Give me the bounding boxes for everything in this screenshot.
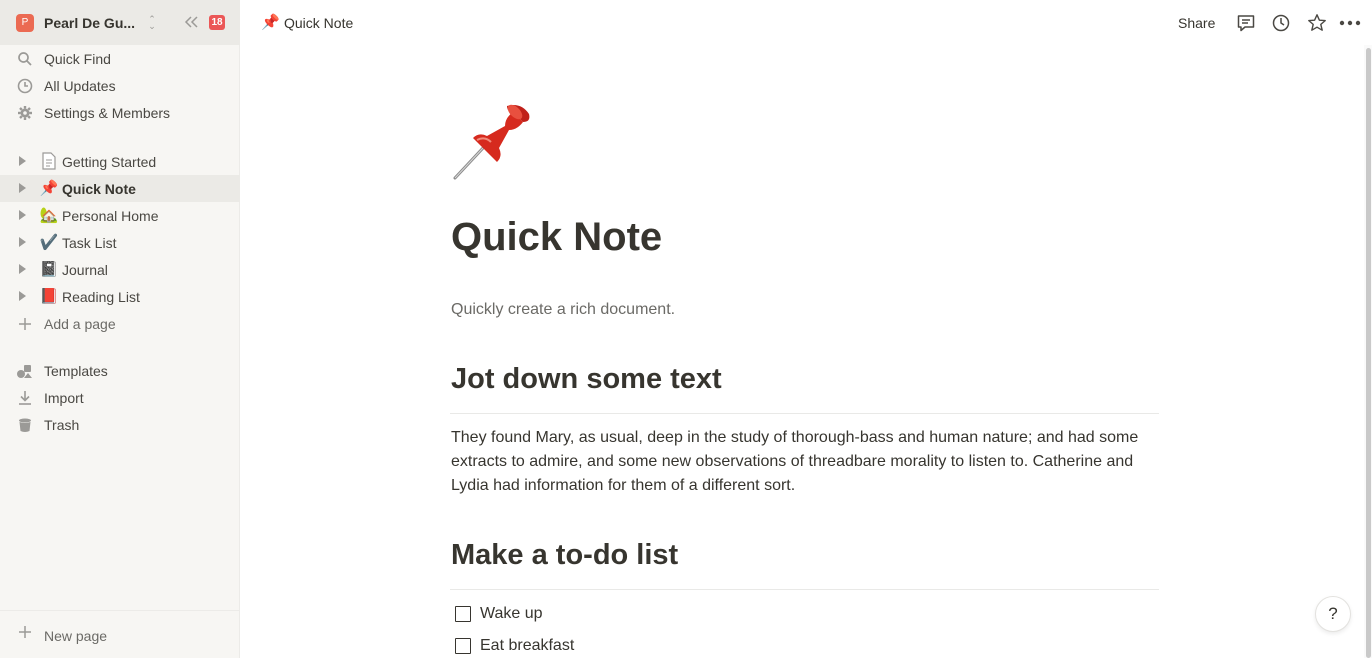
clock-icon [16,77,34,95]
sidebar-page-task-list[interactable]: ✔️ Task List [0,229,240,256]
updown-chevron-icon: ⌃ ⌄ [148,13,156,31]
breadcrumb[interactable]: Quick Note [284,15,353,31]
sidebar-page-journal[interactable]: 📓 Journal [0,256,240,283]
workspace-avatar: P [16,13,34,32]
sidebar-page-label: Task List [62,235,117,251]
sidebar-item-quick-find[interactable]: Quick Find [0,45,240,72]
expand-triangle-icon[interactable] [19,210,26,220]
page-subtitle[interactable]: Quickly create a rich document. [451,301,675,319]
pushpin-icon[interactable] [451,100,535,184]
expand-triangle-icon[interactable] [19,291,26,301]
expand-triangle-icon[interactable] [19,183,26,193]
todo-item: Wake up [455,603,543,625]
book-icon: 📕 [39,288,59,305]
todo-label[interactable]: Eat breakfast [480,637,574,655]
scrollbar-thumb[interactable] [1366,48,1371,658]
trash-icon [16,416,34,434]
import-icon [16,389,34,407]
sidebar-page-label: Journal [62,262,108,278]
add-page-label: Add a page [44,316,116,332]
star-icon[interactable] [1306,12,1328,34]
sidebar-item-label: Trash [44,417,80,433]
page-title[interactable]: Quick Note [451,215,662,260]
expand-triangle-icon[interactable] [19,264,26,274]
sidebar-item-templates[interactable]: Templates [0,357,240,384]
todo-checkbox[interactable] [455,606,471,622]
checkmark-icon: ✔️ [39,234,59,251]
section-heading[interactable]: Jot down some text [451,363,722,396]
more-icon[interactable] [1339,12,1361,34]
comment-icon[interactable] [1235,12,1257,34]
expand-triangle-icon[interactable] [19,237,26,247]
expand-triangle-icon[interactable] [19,156,26,166]
sidebar-page-reading-list[interactable]: 📕 Reading List [0,283,240,310]
sidebar-item-settings[interactable]: Settings & Members [0,99,240,126]
sidebar-page-label: Quick Note [62,181,136,197]
sidebar-item-import[interactable]: Import [0,384,240,411]
templates-icon [16,362,34,380]
plus-icon [16,624,34,642]
sidebar: P Pearl De Gu... ⌃ ⌄ 18 Quick Find All Up… [0,0,240,658]
help-button[interactable]: ? [1315,596,1351,632]
pushpin-icon: 📌 [261,14,280,31]
sidebar-item-label: Quick Find [44,51,111,67]
sidebar-item-all-updates[interactable]: All Updates [0,72,240,99]
sidebar-item-label: Templates [44,363,108,379]
sidebar-page-label: Getting Started [62,154,157,170]
house-icon: 🏡 [39,207,59,224]
sidebar-item-label: Import [44,390,84,406]
gear-icon [16,104,34,122]
topbar: 📌 Quick Note Share [240,0,1372,45]
new-page-button[interactable]: New page [0,610,240,658]
add-page-button[interactable]: Add a page [0,310,240,337]
sidebar-page-label: Reading List [62,289,140,305]
sidebar-item-trash[interactable]: Trash [0,411,240,438]
todo-item: Eat breakfast [455,635,574,657]
share-button[interactable]: Share [1178,13,1215,33]
page-icon [39,152,59,172]
sidebar-page-quick-note[interactable]: 📌 Quick Note [0,175,240,202]
sidebar-page-personal-home[interactable]: 🏡 Personal Home [0,202,240,229]
sidebar-page-getting-started[interactable]: Getting Started [0,148,240,175]
collapse-sidebar-icon[interactable] [183,13,201,31]
section-heading[interactable]: Make a to-do list [451,539,678,572]
todo-label[interactable]: Wake up [480,605,543,623]
pushpin-icon: 📌 [39,180,59,197]
sidebar-item-label: All Updates [44,78,116,94]
notification-badge[interactable]: 18 [209,15,225,30]
plus-icon [16,315,34,333]
search-icon [16,50,34,68]
new-page-label: New page [44,628,108,644]
divider [450,589,1159,590]
divider [450,413,1159,414]
history-icon[interactable] [1270,12,1292,34]
paragraph[interactable]: They found Mary, as usual, deep in the s… [451,426,1159,498]
sidebar-page-label: Personal Home [62,208,159,224]
todo-checkbox[interactable] [455,638,471,654]
workspace-name: Pearl De Gu... [44,14,136,31]
notebook-icon: 📓 [39,261,59,278]
sidebar-item-label: Settings & Members [44,105,171,121]
workspace-switcher[interactable]: P Pearl De Gu... ⌃ ⌄ [0,0,240,45]
